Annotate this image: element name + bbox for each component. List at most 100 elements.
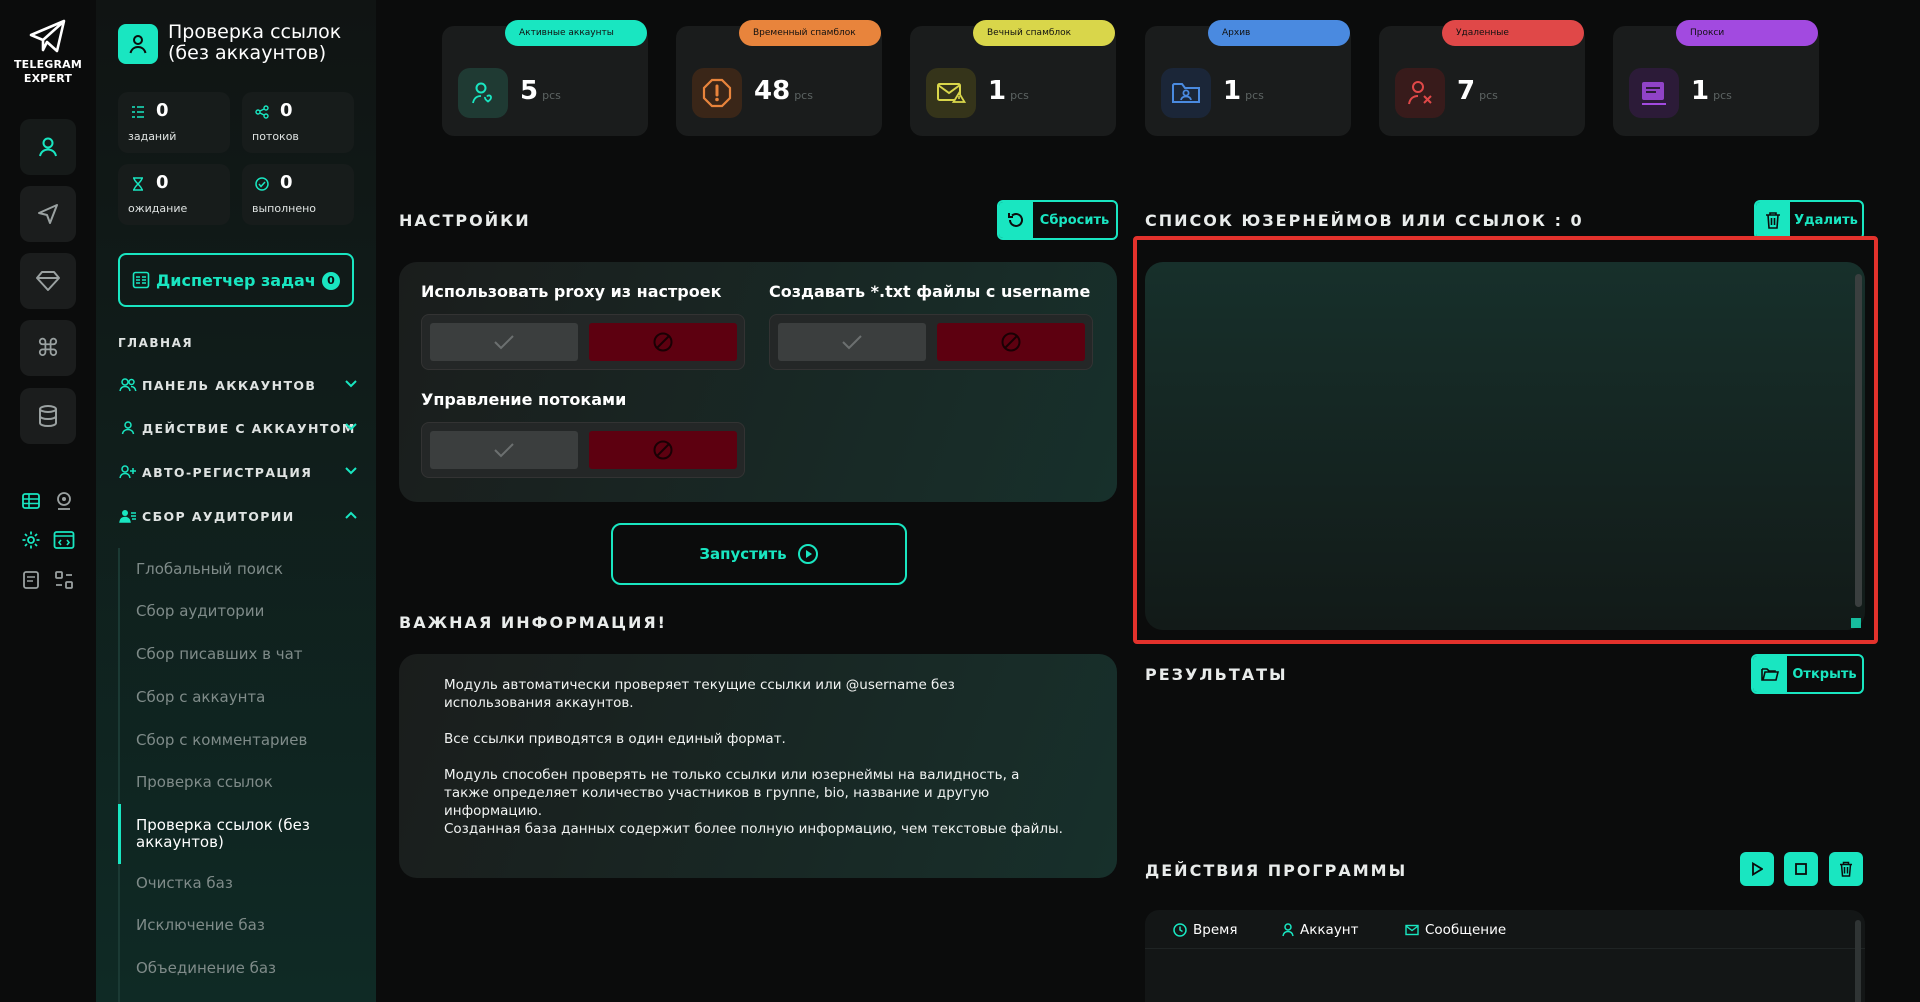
settings-panel: Использовать proxy из настроек Создавать… (399, 262, 1117, 502)
settings-heading: НАСТРОЙКИ (399, 211, 531, 230)
account-card-unit: pcs (794, 89, 813, 102)
stat-value: 0 (280, 100, 293, 121)
log-column-label: Аккаунт (1300, 922, 1359, 938)
log-header-divider (1145, 948, 1865, 949)
rail-premium-button[interactable] (20, 253, 76, 309)
account-card-unit: pcs (1479, 89, 1498, 102)
nav-group-label: АВТО-РЕГИСТРАЦИЯ (142, 464, 313, 480)
proxy-disable-button[interactable] (589, 323, 737, 361)
account-card-temp-spamblock[interactable]: Временный спамблок 48 pcs (676, 20, 882, 136)
actions-stop-button[interactable] (1784, 852, 1818, 886)
subnav-global-search[interactable]: Глобальный поиск (136, 561, 356, 578)
subnav-link-check[interactable]: Проверка ссылок (136, 774, 356, 791)
txt-disable-button[interactable] (937, 323, 1085, 361)
stat-waiting: 0 ожидание (118, 164, 230, 225)
subnav-db-exclusion[interactable]: Исключение баз (136, 917, 356, 934)
delete-label: Удалить (1794, 212, 1858, 228)
reset-icon (999, 202, 1033, 238)
rail-webcam-button[interactable] (52, 489, 76, 513)
nav-group-audience-collection[interactable]: СБОР АУДИТОРИИ (118, 505, 358, 527)
chevron-down-icon (344, 464, 358, 479)
chevron-down-icon (344, 420, 358, 435)
task-dispatcher-button[interactable]: Диспетчер задач 0 (118, 253, 354, 307)
database-icon (39, 405, 57, 428)
reset-button[interactable]: Сбросить (997, 200, 1118, 240)
usernames-textarea[interactable] (1145, 262, 1865, 630)
proxy-enable-button[interactable] (430, 323, 578, 361)
check-circle-icon (254, 176, 270, 192)
clock-icon (1173, 923, 1187, 937)
stat-value: 0 (280, 172, 293, 193)
log-column-account[interactable]: Аккаунт (1282, 922, 1359, 938)
account-card-label: Архив (1208, 20, 1350, 46)
subnav-link-check-no-accounts[interactable]: Проверка ссылок (без аккаунтов) (136, 817, 356, 851)
trash-icon (1756, 202, 1790, 238)
log-column-label: Время (1193, 922, 1238, 938)
app-rail: TELEGRAM EXPERT ⌘ (0, 0, 96, 1002)
rail-commands-button[interactable]: ⌘ (20, 320, 76, 376)
subnav-db-merge[interactable]: Объединение баз (136, 960, 356, 977)
txt-enable-button[interactable] (778, 323, 926, 361)
delete-button[interactable]: Удалить (1754, 200, 1864, 240)
log-column-time[interactable]: Время (1173, 922, 1237, 938)
log-scrollbar[interactable] (1855, 920, 1861, 1002)
command-icon: ⌘ (36, 334, 60, 362)
account-card-perm-spamblock[interactable]: Вечный спамблок 1 pcs (910, 20, 1116, 136)
results-heading: РЕЗУЛЬТАТЫ (1145, 665, 1288, 684)
account-card-active[interactable]: Активные аккаунты 5 pcs (442, 20, 648, 136)
threads-toggle (421, 422, 745, 478)
nav-group-accounts-panel[interactable]: ПАНЕЛЬ АККАУНТОВ (118, 374, 358, 396)
account-card-archive[interactable]: Архив 1 pcs (1145, 20, 1351, 136)
list-scrollbar[interactable] (1855, 274, 1862, 607)
rail-tools-button[interactable] (52, 568, 76, 592)
rail-table-button[interactable] (19, 489, 43, 513)
account-card-deleted[interactable]: Удаленные 7 pcs (1379, 20, 1585, 136)
logo-text-1: TELEGRAM (13, 58, 83, 71)
users-icon (118, 375, 138, 395)
nav-group-label: ДЕЙСТВИЕ С АККАУНТОМ (142, 420, 356, 436)
diamond-icon (36, 271, 60, 291)
subnav-chat-writers[interactable]: Сбор писавших в чат (136, 646, 356, 663)
trash-icon (1840, 861, 1852, 877)
stat-tasks: 0 заданий (118, 92, 230, 153)
resize-handle[interactable] (1851, 618, 1861, 628)
rail-notes-button[interactable] (19, 568, 43, 592)
list-icon (130, 104, 146, 120)
open-results-button[interactable]: Открыть (1751, 654, 1864, 694)
nav-group-auto-registration[interactable]: АВТО-РЕГИСТРАЦИЯ (118, 461, 358, 483)
check-icon (494, 335, 514, 350)
subnav-audience-collection[interactable]: Сбор аудитории (136, 603, 356, 620)
actions-clear-button[interactable] (1829, 852, 1863, 886)
logo-text-2: EXPERT (23, 72, 73, 85)
log-column-message[interactable]: Сообщение (1405, 922, 1506, 938)
nav-group-account-action[interactable]: ДЕЙСТВИЕ С АККАУНТОМ (118, 417, 358, 439)
account-card-value: 1 pcs (1223, 76, 1264, 106)
rail-settings-button[interactable] (19, 528, 43, 552)
option-title: Использовать proxy из настроек (421, 282, 722, 301)
page-user-icon (118, 24, 158, 64)
threads-disable-button[interactable] (589, 431, 737, 469)
subnav-db-cleanup[interactable]: Очистка баз (136, 875, 356, 892)
list-heading: СПИСОК ЮЗЕРНЕЙМОВ ИЛИ ССЫЛОК : 0 (1145, 211, 1584, 230)
rail-database-button[interactable] (20, 388, 76, 444)
stat-threads: 0 потоков (242, 92, 354, 153)
account-card-proxy[interactable]: Прокси 1 pcs (1613, 20, 1819, 136)
txt-files-toggle (769, 314, 1093, 370)
hourglass-icon (130, 176, 146, 192)
rail-send-button[interactable] (20, 186, 76, 242)
play-circle-icon (797, 544, 818, 564)
user-icon (118, 418, 138, 438)
user-x-icon (1395, 68, 1445, 118)
rail-accounts-button[interactable] (20, 119, 76, 175)
rail-code-button[interactable] (52, 528, 76, 552)
subnav-from-comments[interactable]: Сбор с комментариев (136, 732, 356, 749)
run-button[interactable]: Запустить (611, 523, 907, 585)
threads-enable-button[interactable] (430, 431, 578, 469)
actions-play-button[interactable] (1740, 852, 1774, 886)
user-heart-icon (458, 68, 508, 118)
mail-warning-icon (926, 68, 976, 118)
share-icon (254, 104, 270, 120)
subnav-from-account[interactable]: Сбор с аккаунта (136, 689, 356, 706)
page-title: Проверка ссылок (без аккаунтов) (168, 21, 342, 64)
account-card-label: Вечный спамблок (973, 20, 1115, 46)
